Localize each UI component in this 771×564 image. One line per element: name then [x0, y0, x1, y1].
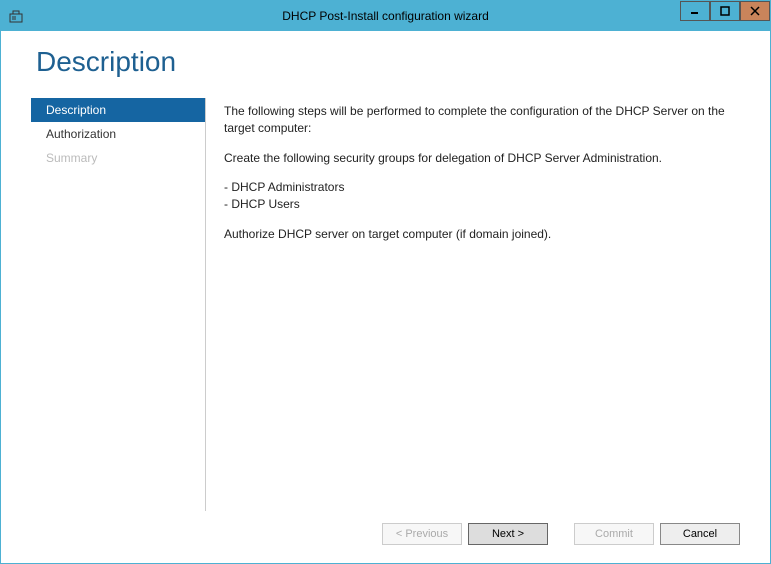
main-area: Description Authorization Summary The fo…: [31, 98, 740, 511]
content-group-item: - DHCP Users: [224, 196, 730, 213]
action-button-group: Commit Cancel: [574, 523, 740, 545]
sidebar-item-summary: Summary: [31, 146, 205, 170]
content-authorize: Authorize DHCP server on target computer…: [224, 226, 730, 243]
minimize-button[interactable]: [680, 1, 710, 21]
content-area: The following steps will be performed to…: [206, 98, 740, 511]
window-controls: [680, 1, 770, 21]
commit-button: Commit: [574, 523, 654, 545]
sidebar-item-label: Description: [46, 103, 106, 117]
nav-button-group: < Previous Next >: [382, 523, 548, 545]
sidebar-item-authorization[interactable]: Authorization: [31, 122, 205, 146]
close-button[interactable]: [740, 1, 770, 21]
wizard-body: Description Description Authorization Su…: [1, 31, 770, 563]
page-title: Description: [36, 46, 740, 78]
titlebar: DHCP Post-Install configuration wizard: [1, 1, 770, 31]
wizard-window: DHCP Post-Install configuration wizard D…: [0, 0, 771, 564]
footer: < Previous Next > Commit Cancel: [31, 511, 740, 553]
content-groups: - DHCP Administrators - DHCP Users: [224, 179, 730, 213]
sidebar-item-label: Authorization: [46, 127, 116, 141]
sidebar-item-description[interactable]: Description: [31, 98, 205, 122]
maximize-button[interactable]: [710, 1, 740, 21]
sidebar: Description Authorization Summary: [31, 98, 206, 511]
cancel-button[interactable]: Cancel: [660, 523, 740, 545]
content-intro: The following steps will be performed to…: [224, 103, 730, 137]
sidebar-item-label: Summary: [46, 151, 97, 165]
window-title: DHCP Post-Install configuration wizard: [282, 9, 489, 23]
app-icon: [1, 8, 31, 24]
previous-button: < Previous: [382, 523, 462, 545]
content-group-item: - DHCP Administrators: [224, 179, 730, 196]
next-button[interactable]: Next >: [468, 523, 548, 545]
content-groups-intro: Create the following security groups for…: [224, 150, 730, 167]
